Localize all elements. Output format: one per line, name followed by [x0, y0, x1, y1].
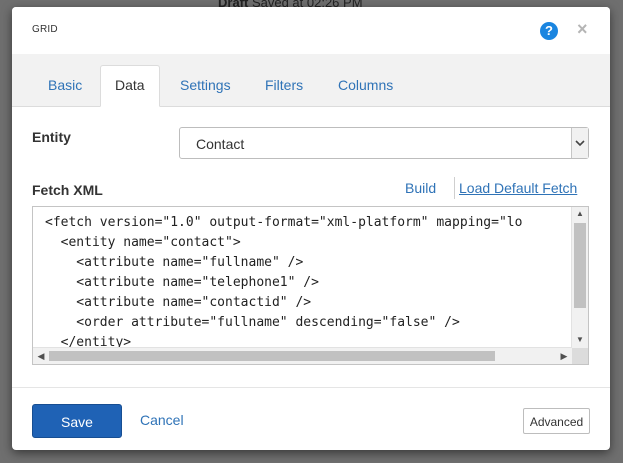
cancel-button[interactable]: Cancel — [140, 412, 184, 428]
xml-line: </entity> — [45, 335, 132, 348]
chevron-down-icon[interactable] — [571, 128, 588, 158]
tab-data[interactable]: Data — [100, 65, 160, 107]
vertical-scroll-thumb[interactable] — [574, 223, 586, 308]
fetch-xml-editor[interactable]: <fetch version="1.0" output-format="xml-… — [32, 206, 589, 365]
fetch-xml-label: Fetch XML — [32, 182, 103, 198]
entity-select[interactable]: Contact — [179, 127, 589, 159]
close-icon[interactable]: × — [577, 19, 588, 39]
grid-modal: GRID ? × Basic Data Settings Filters Col… — [12, 7, 610, 450]
build-link[interactable]: Build — [405, 180, 436, 196]
tab-columns[interactable]: Columns — [324, 66, 407, 105]
entity-label: Entity — [32, 129, 71, 145]
scroll-down-icon[interactable]: ▼ — [572, 335, 588, 344]
scroll-up-icon[interactable]: ▲ — [572, 209, 588, 218]
entity-select-value: Contact — [196, 136, 245, 152]
horizontal-scrollbar[interactable]: ◀ ▶ — [33, 347, 572, 364]
vertical-scrollbar[interactable]: ▲ ▼ — [571, 207, 588, 348]
tab-filters[interactable]: Filters — [251, 66, 317, 105]
xml-line: <attribute name="contactid" /> — [45, 295, 312, 310]
horizontal-scroll-thumb[interactable] — [49, 351, 495, 361]
tab-settings[interactable]: Settings — [166, 66, 245, 105]
fetch-xml-content[interactable]: <fetch version="1.0" output-format="xml-… — [33, 207, 572, 348]
modal-title: GRID — [32, 24, 58, 35]
save-button[interactable]: Save — [32, 404, 122, 438]
xml-line: <fetch version="1.0" output-format="xml-… — [45, 215, 523, 230]
tab-bar: Basic Data Settings Filters Columns — [12, 54, 610, 107]
scrollbar-corner — [572, 348, 588, 364]
tab-basic[interactable]: Basic — [34, 66, 96, 105]
xml-line: <attribute name="telephone1" /> — [45, 275, 319, 290]
scroll-right-icon[interactable]: ▶ — [556, 348, 572, 364]
load-default-fetch-link[interactable]: Load Default Fetch — [459, 180, 577, 196]
xml-line: <attribute name="fullname" /> — [45, 255, 304, 270]
link-divider — [454, 177, 455, 199]
modal-header: GRID ? × — [12, 7, 610, 53]
help-icon[interactable]: ? — [540, 22, 558, 40]
xml-line: <entity name="contact"> — [45, 235, 241, 250]
footer-divider — [12, 387, 610, 388]
xml-line: <order attribute="fullname" descending="… — [45, 315, 460, 330]
advanced-button[interactable]: Advanced — [523, 408, 590, 434]
scroll-left-icon[interactable]: ◀ — [33, 348, 49, 364]
